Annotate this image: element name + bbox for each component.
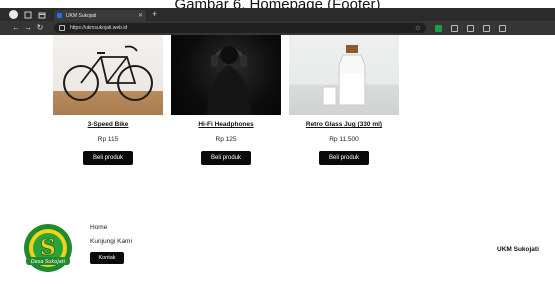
product-card: Hi-Fi Headphones Rp 125 Beli produk [171,35,281,165]
glass-jug-photo[interactable] [289,35,399,115]
favorites-icon[interactable] [467,24,474,32]
browser-toolbar: ← → ↻ https://ukmsukojati.web.id ☆ [0,21,555,35]
buy-product-button[interactable]: Beli produk [319,151,369,165]
address-url: https://ukmsukojati.web.id [70,25,128,31]
footer-links: Home Kunjungi Kami Kontak [90,224,132,264]
product-name[interactable]: Retro Glass Jug (330 ml) [289,121,399,128]
buy-product-button[interactable]: Beli produk [201,151,251,165]
back-arrow-icon[interactable]: ← [10,23,22,33]
close-tab-icon[interactable]: ✕ [138,12,143,19]
product-name[interactable]: 3-Speed Bike [53,121,163,128]
address-bar[interactable]: https://ukmsukojati.web.id ☆ [54,23,426,33]
tab-title: UKM Sukojati [66,12,97,19]
product-price: Rp 11.500 [329,136,359,143]
product-price: Rp 125 [215,136,237,143]
product-name[interactable]: Hi-Fi Headphones [171,121,281,128]
forward-arrow-icon[interactable]: → [22,23,34,33]
product-card: Retro Glass Jug (330 ml) Rp 11.500 Beli … [289,35,399,165]
footer-brand: UKM Sukojati [497,246,539,253]
contact-button[interactable]: Kontak [90,252,124,264]
favorite-star-icon[interactable]: ☆ [415,24,421,32]
workspaces-icon[interactable] [24,11,32,19]
logo-text: Desa Sukojati [31,259,66,265]
reload-icon[interactable]: ↻ [34,23,46,33]
desa-sukojati-logo[interactable]: S Desa Sukojati [23,223,73,273]
page-footer: S Desa Sukojati Home Kunjungi Kami Konta… [0,222,555,284]
profile-icon[interactable] [9,10,18,19]
new-tab-icon[interactable]: + [152,10,157,19]
copilot-icon[interactable] [499,24,506,32]
product-card: 3-Speed Bike Rp 115 Beli produk [53,35,163,165]
web-page: 3-Speed Bike Rp 115 Beli produk Hi-Fi He… [0,35,555,284]
bicycle-photo[interactable] [53,35,163,115]
extension-icon[interactable] [435,24,442,32]
browser-tab-ukm-sukojati[interactable]: UKM Sukojati ✕ [54,10,146,21]
buy-product-button[interactable]: Beli produk [83,151,133,165]
footer-link-kunjungi-kami[interactable]: Kunjungi Kami [90,238,132,245]
collections-icon[interactable] [483,24,490,32]
headphones-photo[interactable] [171,35,281,115]
product-price: Rp 115 [97,136,119,143]
footer-link-home[interactable]: Home [90,224,132,231]
split-screen-icon[interactable] [451,24,458,32]
site-favicon-icon [57,13,62,18]
tab-actions-icon[interactable] [38,11,46,19]
lock-icon [59,25,65,31]
browser-tab-bar: UKM Sukojati ✕ + [0,8,555,21]
